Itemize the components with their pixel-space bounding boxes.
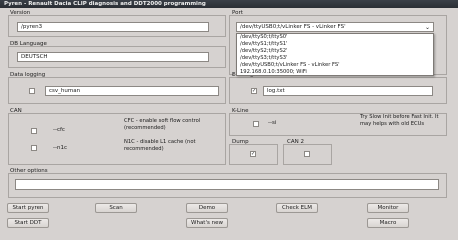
check-icon: ✓ xyxy=(251,151,256,157)
monitor-button[interactable]: Monitor xyxy=(367,203,409,213)
window-title: Pyren - Renault Dacia CLIP diagnosis and… xyxy=(0,0,458,8)
data-logging-input[interactable]: csv_human xyxy=(45,86,219,96)
check-icon: ✓ xyxy=(252,88,257,94)
n1c-checkbox[interactable] xyxy=(31,145,37,151)
macro-button[interactable]: Macro xyxy=(367,218,409,228)
si-checkbox[interactable] xyxy=(253,121,259,127)
start-ddt-button[interactable]: Start DDT xyxy=(7,218,49,228)
demo-button[interactable]: Demo xyxy=(186,203,228,213)
start-pyren-button[interactable]: Start pyren xyxy=(7,203,49,213)
cfc-label: --cfc xyxy=(53,127,65,133)
elm-log-checkbox[interactable]: ✓ xyxy=(251,88,257,94)
version-input[interactable]: /pyren3 xyxy=(17,22,209,32)
db-language-input[interactable]: DEUTSCH xyxy=(17,52,209,62)
whats-new-button[interactable]: What's new xyxy=(186,218,228,228)
port-option[interactable]: /dev/ttyS1;t/ttyS1' xyxy=(237,41,433,48)
si-description: Try Slow Init before Fast Init. It may h… xyxy=(360,114,439,127)
n1c-description: N1C - disable L1 cache (not recommended) xyxy=(124,139,196,152)
scan-button[interactable]: Scan xyxy=(95,203,137,213)
check-elm-button[interactable]: Check ELM xyxy=(276,203,318,213)
si-label: --si xyxy=(268,120,277,126)
can2-checkbox[interactable] xyxy=(304,151,310,157)
chevron-down-icon[interactable]: ⌄ xyxy=(425,23,430,31)
port-option[interactable]: /dev/ttyUSB0;t/vLinker FS - vLinker FS' xyxy=(237,62,433,69)
port-select[interactable]: /dev/ttyUSB0;t/vLinker FS - vLinker FS' … xyxy=(236,22,434,32)
other-options-input[interactable] xyxy=(15,179,439,190)
cfc-checkbox[interactable] xyxy=(31,128,37,134)
port-dropdown-list[interactable]: /dev/ttyS0;t/ttyS0' /dev/ttyS1;t/ttyS1' … xyxy=(236,33,434,76)
port-option[interactable]: /dev/ttyS3;t/ttyS3' xyxy=(237,55,433,62)
elm-log-input[interactable]: log.txt xyxy=(263,86,433,96)
cfc-description: CFC - enable soft flow control (recommen… xyxy=(124,118,201,131)
port-option[interactable]: /dev/ttyS0;t/ttyS0' xyxy=(237,34,433,41)
port-option[interactable]: 192.168.0.10:35000; WiFi xyxy=(237,69,433,76)
dump-checkbox[interactable]: ✓ xyxy=(250,151,256,157)
data-logging-checkbox[interactable] xyxy=(29,88,35,94)
port-option[interactable]: /dev/ttyS2;t/ttyS2' xyxy=(237,48,433,55)
port-select-value: /dev/ttyUSB0;t/vLinker FS - vLinker FS' xyxy=(240,24,346,30)
n1c-label: --n1c xyxy=(53,145,67,151)
